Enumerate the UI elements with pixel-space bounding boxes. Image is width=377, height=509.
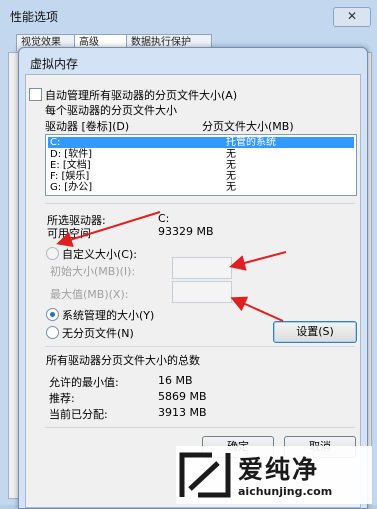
brand-logo-icon (179, 452, 231, 498)
min-allowed-label: 允许的最小值: (49, 376, 119, 389)
free-space-value: 93329 MB (158, 225, 214, 238)
no-paging-label: 无分页文件(N) (62, 327, 134, 340)
recommended-value: 5869 MB (158, 390, 207, 403)
initial-size-label: 初始大小(MB)(I): (50, 265, 136, 278)
performance-options-title: 性能选项 (10, 10, 59, 24)
watermark-url: aichunjing.com (238, 485, 333, 498)
min-allowed-value: 16 MB (158, 374, 193, 387)
initial-size-input[interactable] (172, 257, 232, 279)
selected-drive-value: C: (158, 212, 170, 225)
divider (45, 346, 355, 347)
system-managed-radio[interactable] (46, 308, 59, 321)
max-size-input[interactable] (172, 281, 232, 303)
size-column-header: 分页文件大小(MB) (202, 120, 294, 133)
no-paging-radio[interactable] (46, 326, 59, 339)
drives-group-label: 每个驱动器的分页文件大小 (45, 104, 177, 117)
watermark: 爱纯净 aichunjing.com (176, 446, 372, 504)
list-item[interactable]: C: 托管的系统 (48, 137, 354, 148)
allocated-label: 当前已分配: (49, 408, 108, 421)
list-item[interactable]: E: [文档] 无 (48, 160, 354, 171)
total-group-label: 所有驱动器分页文件大小的总数 (46, 354, 200, 367)
drive-list[interactable]: C: 托管的系统 D: [软件] 无 E: [文档] 无 F: [娱乐] 无 G… (45, 134, 357, 196)
divider (45, 203, 355, 204)
custom-size-radio[interactable] (46, 247, 59, 260)
watermark-brand: 爱纯净 (238, 455, 320, 484)
list-item[interactable]: G: [办公] 无 (48, 182, 354, 193)
custom-size-label: 自定义大小(C): (62, 248, 137, 261)
close-button[interactable]: ✕ (333, 7, 371, 27)
auto-manage-label: 自动管理所有驱动器的分页文件大小(A) (45, 89, 238, 102)
drive-column-header: 驱动器 [卷标](D) (45, 120, 130, 133)
list-item[interactable]: F: [娱乐] 无 (48, 171, 354, 182)
divider (45, 427, 355, 428)
list-item[interactable]: D: [软件] 无 (48, 149, 354, 160)
system-managed-label: 系统管理的大小(Y) (62, 309, 155, 322)
free-space-label: 可用空间 (47, 227, 91, 240)
max-size-label: 最大值(MB)(X): (50, 288, 129, 301)
set-button[interactable]: 设置(S) (273, 321, 357, 343)
recommended-label: 推荐: (49, 392, 75, 405)
auto-manage-checkbox[interactable] (29, 88, 42, 101)
allocated-value: 3913 MB (158, 406, 207, 419)
dialog-title: 虚拟内存 (30, 57, 79, 71)
